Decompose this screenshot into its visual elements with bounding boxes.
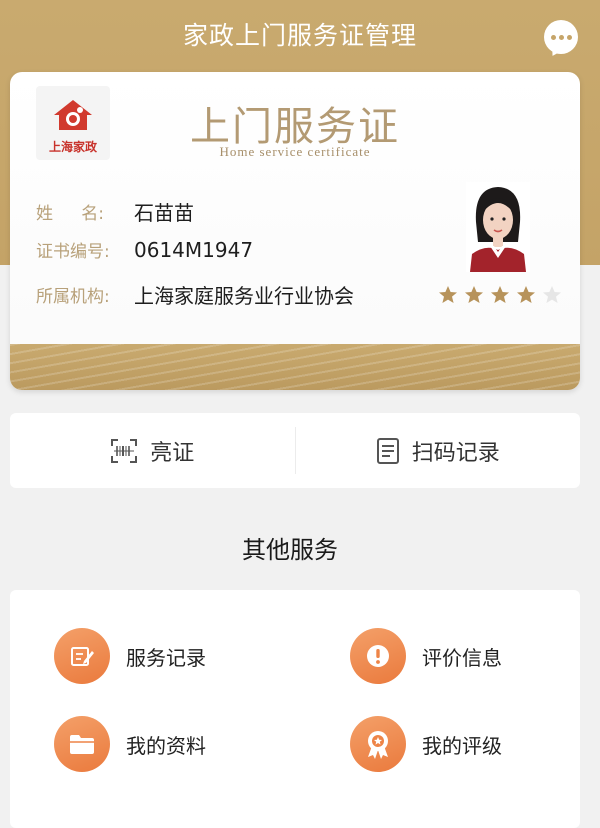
star-empty-icon	[543, 286, 561, 303]
avatar	[466, 182, 530, 272]
cert-number-label: 证书编号:	[36, 242, 110, 262]
cert-number-value: 0614M1947	[134, 237, 254, 262]
show-certificate-button[interactable]: 亮证	[10, 413, 295, 488]
star-icon	[439, 286, 457, 303]
action-bar: 亮证 扫码记录	[10, 413, 580, 488]
my-rating-icon-circle	[350, 716, 406, 772]
star-icon	[491, 286, 509, 303]
scan-records-label: 扫码记录	[411, 440, 500, 466]
certificate-subtitle: Home service certificate	[219, 144, 371, 159]
cert-number-row: 证书编号: 0614M1947	[36, 237, 254, 263]
name-row: 姓名: 石苗苗	[36, 197, 194, 226]
my-profile-button[interactable]: 我的资料	[54, 716, 206, 772]
exclamation-icon	[367, 645, 389, 667]
my-profile-label: 我的资料	[126, 733, 206, 758]
name-value: 石苗苗	[134, 201, 194, 225]
chat-icon[interactable]	[544, 20, 578, 59]
service-records-label: 服务记录	[126, 645, 206, 670]
other-services-title: 其他服务	[242, 536, 338, 564]
scan-icon	[111, 438, 138, 463]
decorative-band	[10, 344, 580, 390]
page-title: 家政上门服务证管理	[182, 21, 417, 50]
star-icon	[465, 286, 483, 303]
services-panel: 服务记录 评价信息 我的资料 我的评级	[10, 590, 580, 828]
service-records-button[interactable]: 服务记录	[54, 628, 206, 684]
badge-icon	[368, 731, 388, 759]
top-bar: 家政上门服务证管理	[0, 0, 600, 72]
evaluation-info-button[interactable]: 评价信息	[350, 628, 502, 684]
show-certificate-label: 亮证	[150, 440, 195, 466]
my-profile-icon-circle	[54, 716, 110, 772]
star-icon	[517, 286, 535, 303]
organization-row: 所属机构: 上海家庭服务业行业协会	[36, 280, 354, 309]
edit-icon	[71, 647, 94, 666]
organization-label: 所属机构:	[36, 287, 110, 307]
scan-records-button[interactable]: 扫码记录	[296, 413, 581, 488]
name-label: 姓名:	[36, 204, 104, 224]
evaluation-info-icon-circle	[350, 628, 406, 684]
organization-value: 上海家庭服务业行业协会	[134, 284, 354, 308]
folder-icon	[70, 735, 94, 754]
service-records-icon-circle	[54, 628, 110, 684]
my-rating-button[interactable]: 我的评级	[350, 716, 502, 772]
my-rating-label: 我的评级	[422, 733, 502, 758]
evaluation-info-label: 评价信息	[422, 645, 502, 670]
certificate-card: 上海家政 上门服务证 Home service certificate 姓名: …	[10, 72, 580, 390]
document-icon	[376, 437, 399, 464]
rating-stars	[438, 285, 562, 305]
